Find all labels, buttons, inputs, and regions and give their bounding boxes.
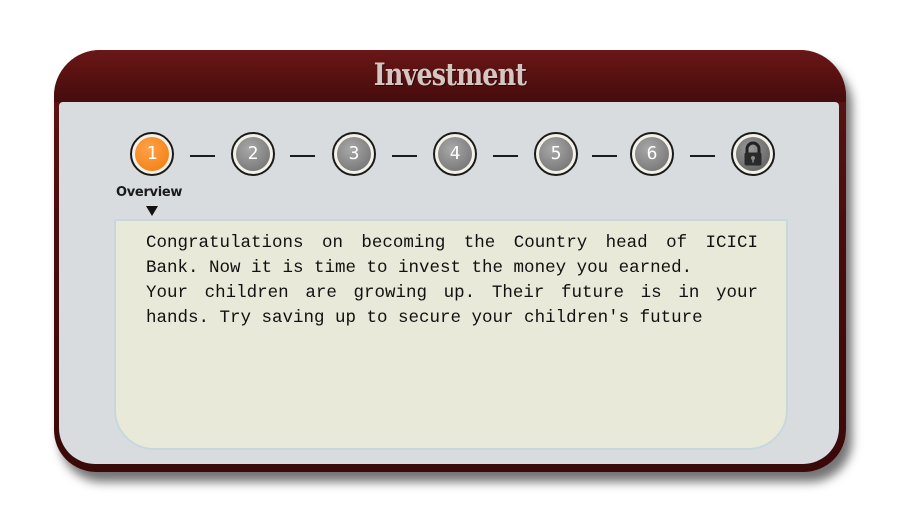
step-connector	[392, 155, 417, 157]
step-connector	[190, 155, 215, 157]
lock-icon	[736, 137, 770, 171]
description-paragraph-1: Congratulations on becoming the Country …	[146, 233, 758, 278]
step-pointer-icon	[146, 206, 158, 216]
step-2-button[interactable]: 2	[231, 132, 275, 176]
description-paragraph-2: Your children are growing up. Their futu…	[146, 283, 758, 328]
step-number: 3	[337, 137, 371, 171]
step-connector	[290, 155, 315, 157]
step-number: 2	[236, 137, 270, 171]
step-connector	[592, 155, 617, 157]
step-number: 4	[438, 137, 472, 171]
step-number: 6	[635, 137, 669, 171]
description-text: Congratulations on becoming the Country …	[146, 231, 758, 331]
step-6-button[interactable]: 6	[630, 132, 674, 176]
panel-header: Investment	[54, 50, 846, 102]
step-5-button[interactable]: 5	[534, 132, 578, 176]
step-1-button[interactable]: 1	[130, 132, 174, 176]
step-number: 5	[539, 137, 573, 171]
step-locked-button[interactable]	[731, 132, 775, 176]
step-3-button[interactable]: 3	[332, 132, 376, 176]
game-screen: Investment 1 2 3 4 5 6 Overview Congratu…	[0, 0, 910, 512]
description-box: Congratulations on becoming the Country …	[114, 219, 788, 450]
step-number: 1	[135, 137, 169, 171]
current-step-label: Overview	[116, 185, 183, 200]
panel-title: Investment	[373, 57, 527, 93]
step-4-button[interactable]: 4	[433, 132, 477, 176]
step-connector	[493, 155, 518, 157]
step-connector	[690, 155, 715, 157]
